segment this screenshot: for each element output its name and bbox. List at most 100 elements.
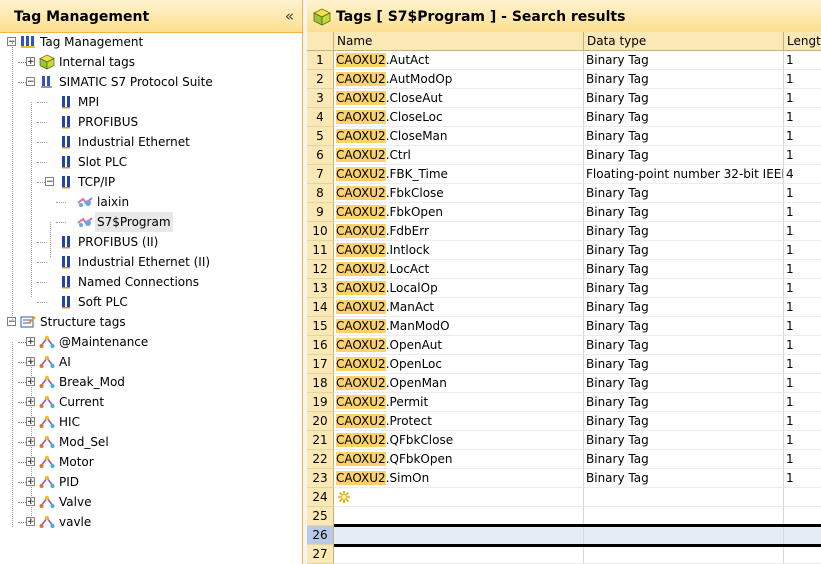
row-number[interactable]: 9 [307,203,334,222]
tag-name-cell[interactable]: CAOXU2.QFbkClose [334,431,584,450]
tree-node[interactable]: + Mod_Sel [0,432,300,452]
table-row[interactable]: 15 CAOXU2.ManModO Binary Tag 1 [307,317,821,336]
data-type-cell[interactable]: Binary Tag [584,127,784,146]
table-row[interactable]: 23 CAOXU2.SimOn Binary Tag 1 [307,469,821,488]
tag-name-cell[interactable]: CAOXU2.CloseAut [334,89,584,108]
table-row[interactable]: 8 CAOXU2.FbkClose Binary Tag 1 [307,184,821,203]
tag-name-cell[interactable]: CAOXU2.LocAct [334,260,584,279]
expand-node-icon[interactable]: + [26,57,35,67]
data-type-cell[interactable]: Binary Tag [584,89,784,108]
length-cell[interactable]: 1 [784,146,821,165]
row-number[interactable]: 27 [307,545,334,564]
data-type-cell[interactable]: Binary Tag [584,184,784,203]
column-header-name[interactable]: Name [334,32,584,51]
length-cell[interactable]: 1 [784,469,821,488]
length-cell[interactable] [784,488,821,507]
tree-node[interactable]: PROFIBUS [0,112,300,132]
table-row[interactable]: 10 CAOXU2.FdbErr Binary Tag 1 [307,222,821,241]
length-cell[interactable]: 1 [784,298,821,317]
row-number[interactable]: 4 [307,108,334,127]
length-cell[interactable] [784,545,821,564]
data-type-cell[interactable]: Binary Tag [584,298,784,317]
tree-node[interactable]: − Tag Management [0,32,300,52]
table-row[interactable]: 11 CAOXU2.Intlock Binary Tag 1 [307,241,821,260]
tree-node[interactable]: − SIMATIC S7 Protocol Suite [0,72,300,92]
table-row[interactable]: 24 [307,488,821,507]
tree-node[interactable]: PROFIBUS (II) [0,232,300,252]
data-type-cell[interactable]: Binary Tag [584,450,784,469]
row-number[interactable]: 14 [307,298,334,317]
length-cell[interactable]: 1 [784,317,821,336]
collapse-panel-icon[interactable]: « [285,7,294,25]
row-number[interactable]: 17 [307,355,334,374]
tag-name-cell[interactable]: CAOXU2.FbkClose [334,184,584,203]
length-cell[interactable]: 1 [784,241,821,260]
collapse-node-icon[interactable]: − [45,177,54,187]
table-row[interactable]: 27 [307,545,821,564]
length-cell[interactable]: 1 [784,431,821,450]
row-number[interactable]: 1 [307,51,334,70]
data-type-cell[interactable]: Binary Tag [584,469,784,488]
tag-name-cell[interactable] [334,545,584,564]
length-cell[interactable]: 1 [784,184,821,203]
length-cell[interactable]: 1 [784,336,821,355]
data-type-cell[interactable]: Binary Tag [584,203,784,222]
row-number[interactable]: 25 [307,507,334,526]
length-cell[interactable]: 1 [784,203,821,222]
row-number[interactable]: 18 [307,374,334,393]
data-type-cell[interactable]: Binary Tag [584,51,784,70]
tag-name-cell[interactable]: CAOXU2.Intlock [334,241,584,260]
length-cell[interactable]: 1 [784,450,821,469]
length-cell[interactable]: 1 [784,393,821,412]
column-header-length[interactable]: Length [784,32,821,51]
row-number[interactable]: 3 [307,89,334,108]
data-type-cell[interactable]: Binary Tag [584,393,784,412]
length-cell[interactable]: 1 [784,279,821,298]
tree-node[interactable]: Slot PLC [0,152,300,172]
tree-node[interactable]: + Internal tags [0,52,300,72]
table-row[interactable]: 12 CAOXU2.LocAct Binary Tag 1 [307,260,821,279]
data-type-cell[interactable]: Binary Tag [584,317,784,336]
data-type-cell[interactable]: Binary Tag [584,241,784,260]
tree-node[interactable]: MPI [0,92,300,112]
length-cell[interactable]: 1 [784,89,821,108]
tree-node[interactable]: − TCP/IP [0,172,300,192]
tag-name-cell[interactable] [334,526,584,545]
tag-name-cell[interactable]: CAOXU2.ManAct [334,298,584,317]
row-number[interactable]: 5 [307,127,334,146]
row-number[interactable]: 20 [307,412,334,431]
table-row[interactable]: 9 CAOXU2.FbkOpen Binary Tag 1 [307,203,821,222]
table-row[interactable]: 2 CAOXU2.AutModOp Binary Tag 1 [307,70,821,89]
row-number[interactable]: 16 [307,336,334,355]
data-type-cell[interactable]: Binary Tag [584,108,784,127]
tree-node[interactable]: + Break_Mod [0,372,300,392]
tree-node[interactable]: + PID [0,472,300,492]
row-number[interactable]: 7 [307,165,334,184]
tag-name-cell[interactable]: CAOXU2.Protect [334,412,584,431]
table-row[interactable]: 19 CAOXU2.Permit Binary Tag 1 [307,393,821,412]
tag-name-cell[interactable]: CAOXU2.OpenAut [334,336,584,355]
tag-name-cell[interactable]: CAOXU2.SimOn [334,469,584,488]
length-cell[interactable]: 4 [784,165,821,184]
tree-node[interactable]: + HIC [0,412,300,432]
tree-node[interactable]: + @Maintenance [0,332,300,352]
data-type-cell[interactable]: Binary Tag [584,146,784,165]
data-type-cell[interactable]: Floating-point number 32-bit IEEE 754 [584,165,784,184]
row-number[interactable]: 2 [307,70,334,89]
table-row[interactable]: 5 CAOXU2.CloseMan Binary Tag 1 [307,127,821,146]
tag-name-cell[interactable]: CAOXU2.FBK_Time [334,165,584,184]
tag-name-cell[interactable]: CAOXU2.Ctrl [334,146,584,165]
tree-node[interactable]: + AI [0,352,300,372]
data-type-cell[interactable]: Binary Tag [584,279,784,298]
row-number[interactable]: 11 [307,241,334,260]
data-type-cell[interactable] [584,545,784,564]
table-row[interactable]: 16 CAOXU2.OpenAut Binary Tag 1 [307,336,821,355]
row-number[interactable]: 10 [307,222,334,241]
length-cell[interactable]: 1 [784,51,821,70]
data-type-cell[interactable]: Binary Tag [584,374,784,393]
table-row[interactable]: 6 CAOXU2.Ctrl Binary Tag 1 [307,146,821,165]
column-header-data-type[interactable]: Data type [584,32,784,51]
length-cell[interactable]: 1 [784,374,821,393]
length-cell[interactable]: 1 [784,355,821,374]
tag-name-cell[interactable]: CAOXU2.AutModOp [334,70,584,89]
